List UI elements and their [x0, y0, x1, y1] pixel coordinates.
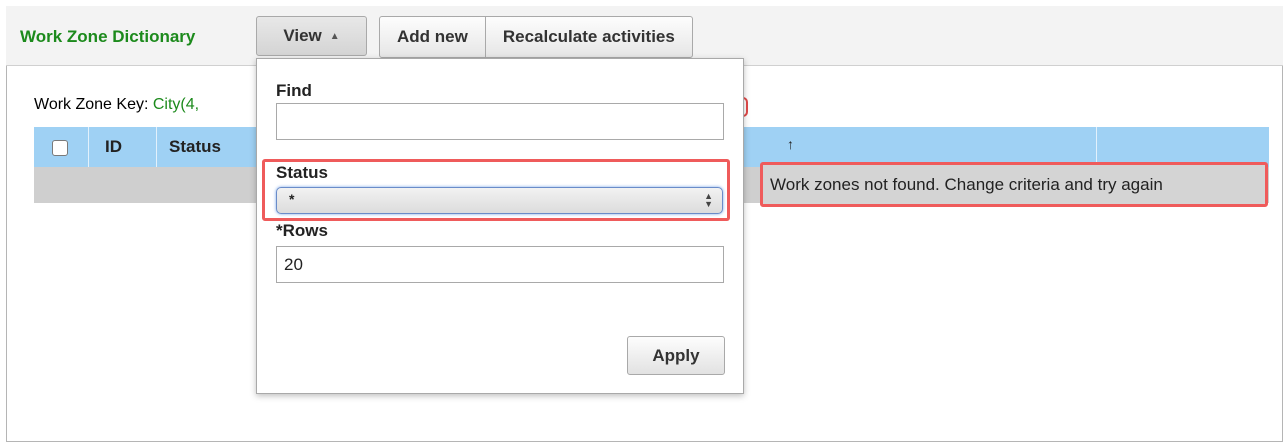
column-header-id[interactable]: ID [105, 137, 122, 157]
column-header-status[interactable]: Status [169, 137, 221, 157]
status-select-value: * [289, 191, 295, 207]
work-zone-key-value[interactable]: City(4, [153, 96, 199, 113]
select-all-checkbox[interactable] [52, 140, 68, 156]
view-dropdown-panel: Find Status * ▲▼ *Rows Apply [256, 58, 744, 394]
action-button-group: Add new Recalculate activities [379, 16, 693, 58]
caret-up-icon: ▲ [329, 30, 340, 42]
recalculate-activities-button[interactable]: Recalculate activities [484, 17, 692, 57]
work-zone-key: Work Zone Key: City(4, [34, 96, 199, 114]
status-label: Status [276, 163, 328, 182]
column-divider [156, 127, 157, 167]
find-label: Find [276, 81, 312, 100]
find-input[interactable] [276, 103, 724, 140]
sort-arrow-icon: ↑ [787, 136, 794, 152]
column-divider [1096, 127, 1097, 167]
page-title: Work Zone Dictionary [20, 27, 196, 46]
add-new-button[interactable]: Add new [380, 17, 485, 57]
rows-label: *Rows [276, 221, 328, 240]
apply-button[interactable]: Apply [627, 336, 725, 375]
work-zone-key-label: Work Zone Key: [34, 96, 149, 113]
status-select[interactable]: * ▲ ▼ [276, 187, 723, 214]
select-arrows-icon: ▲ ▼ [704, 191, 713, 209]
column-divider [88, 127, 89, 167]
view-button[interactable]: View ▲ [256, 16, 367, 56]
view-button-label: View [283, 26, 322, 45]
empty-message: Work zones not found. Change criteria an… [760, 162, 1268, 207]
rows-input[interactable] [276, 246, 724, 283]
